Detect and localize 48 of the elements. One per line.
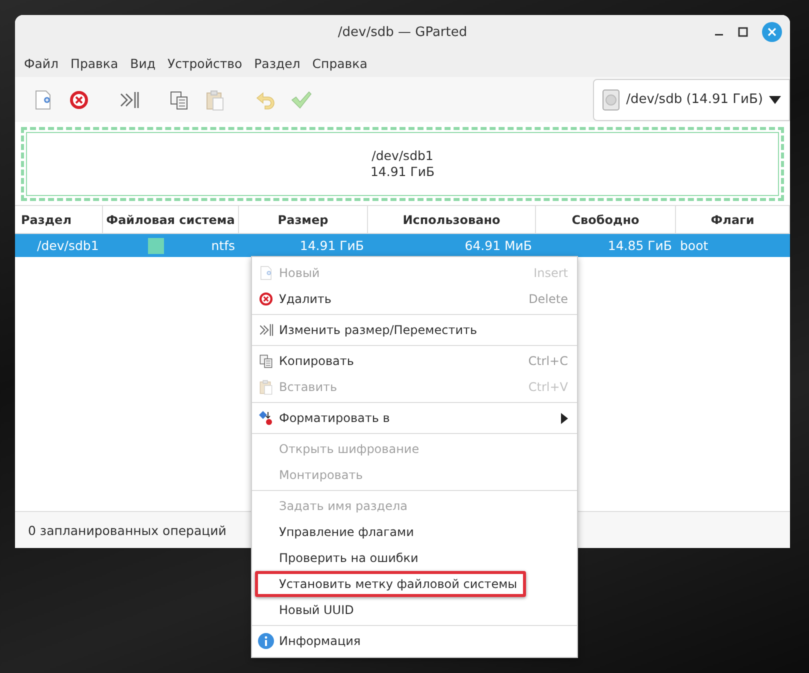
menu-item[interactable]: Устройство xyxy=(161,56,248,71)
column-header[interactable]: Размер xyxy=(239,206,368,233)
caret-icon xyxy=(769,96,781,104)
menu-item[interactable]: Управление флагами xyxy=(252,519,577,545)
copy-icon xyxy=(168,88,190,110)
menu-item[interactable]: Информация xyxy=(252,628,577,654)
info-icon xyxy=(258,633,274,649)
menu-item[interactable]: Вид xyxy=(124,56,162,71)
paste-icon xyxy=(204,88,226,110)
table-cell-text: 14.85 ГиБ xyxy=(606,238,673,253)
checkmark-icon xyxy=(290,88,312,110)
menu-item[interactable]: Копировать Ctrl+C xyxy=(252,348,577,374)
column-header[interactable]: Использовано xyxy=(368,206,536,233)
window-title: /dev/sdb — GParted xyxy=(338,25,468,40)
table-cell-text: boot xyxy=(679,238,710,253)
delete-icon xyxy=(68,88,90,110)
column-header[interactable]: Файловая система xyxy=(103,206,239,233)
partition-size: 14.91 ГиБ xyxy=(370,164,435,180)
new-document-icon xyxy=(258,265,274,281)
device-label: /dev/sdb (14.91 ГиБ) xyxy=(626,92,763,107)
menu-item[interactable]: Изменить размер/Переместить xyxy=(252,317,577,343)
menu-item[interactable]: Файл xyxy=(18,56,65,71)
format-icon xyxy=(258,410,274,426)
column-header[interactable]: Раздел xyxy=(15,206,103,233)
close-icon[interactable] xyxy=(762,22,782,42)
copy-icon xyxy=(258,353,274,369)
partition-name: /dev/sdb1 xyxy=(372,148,434,164)
device-dropdown[interactable]: /dev/sdb (14.91 ГиБ) xyxy=(593,78,790,120)
menu-item[interactable]: Справка xyxy=(306,56,374,71)
table-cell-text: 14.91 ГиБ xyxy=(298,238,365,253)
menu-item[interactable]: Удалить Delete xyxy=(252,286,577,312)
table-cell-text: /dev/sdb1 xyxy=(36,238,100,253)
delete-icon xyxy=(258,291,274,307)
menu-item[interactable]: Правка xyxy=(64,56,124,71)
status-text: 0 запланированных операций xyxy=(28,522,226,538)
menu-item[interactable]: Проверить на ошибки xyxy=(252,545,577,571)
partition-block[interactable]: /dev/sdb1 14.91 ГиБ xyxy=(21,127,784,201)
column-header[interactable]: Свободно xyxy=(536,206,676,233)
table-cell-text: 64.91 МиБ xyxy=(464,238,533,253)
maximize-icon[interactable] xyxy=(738,27,748,37)
paste-icon xyxy=(258,379,274,395)
menu-item[interactable]: Раздел xyxy=(248,56,306,71)
resize-icon xyxy=(258,322,274,338)
menu-item[interactable]: Установить метку файловой системы xyxy=(255,571,526,597)
column-header[interactable]: Флаги xyxy=(676,206,790,233)
menu-item[interactable]: Новый UUID xyxy=(252,597,577,623)
menu-item[interactable]: Форматировать в xyxy=(252,405,577,431)
table-cell: ntfs xyxy=(211,238,235,253)
